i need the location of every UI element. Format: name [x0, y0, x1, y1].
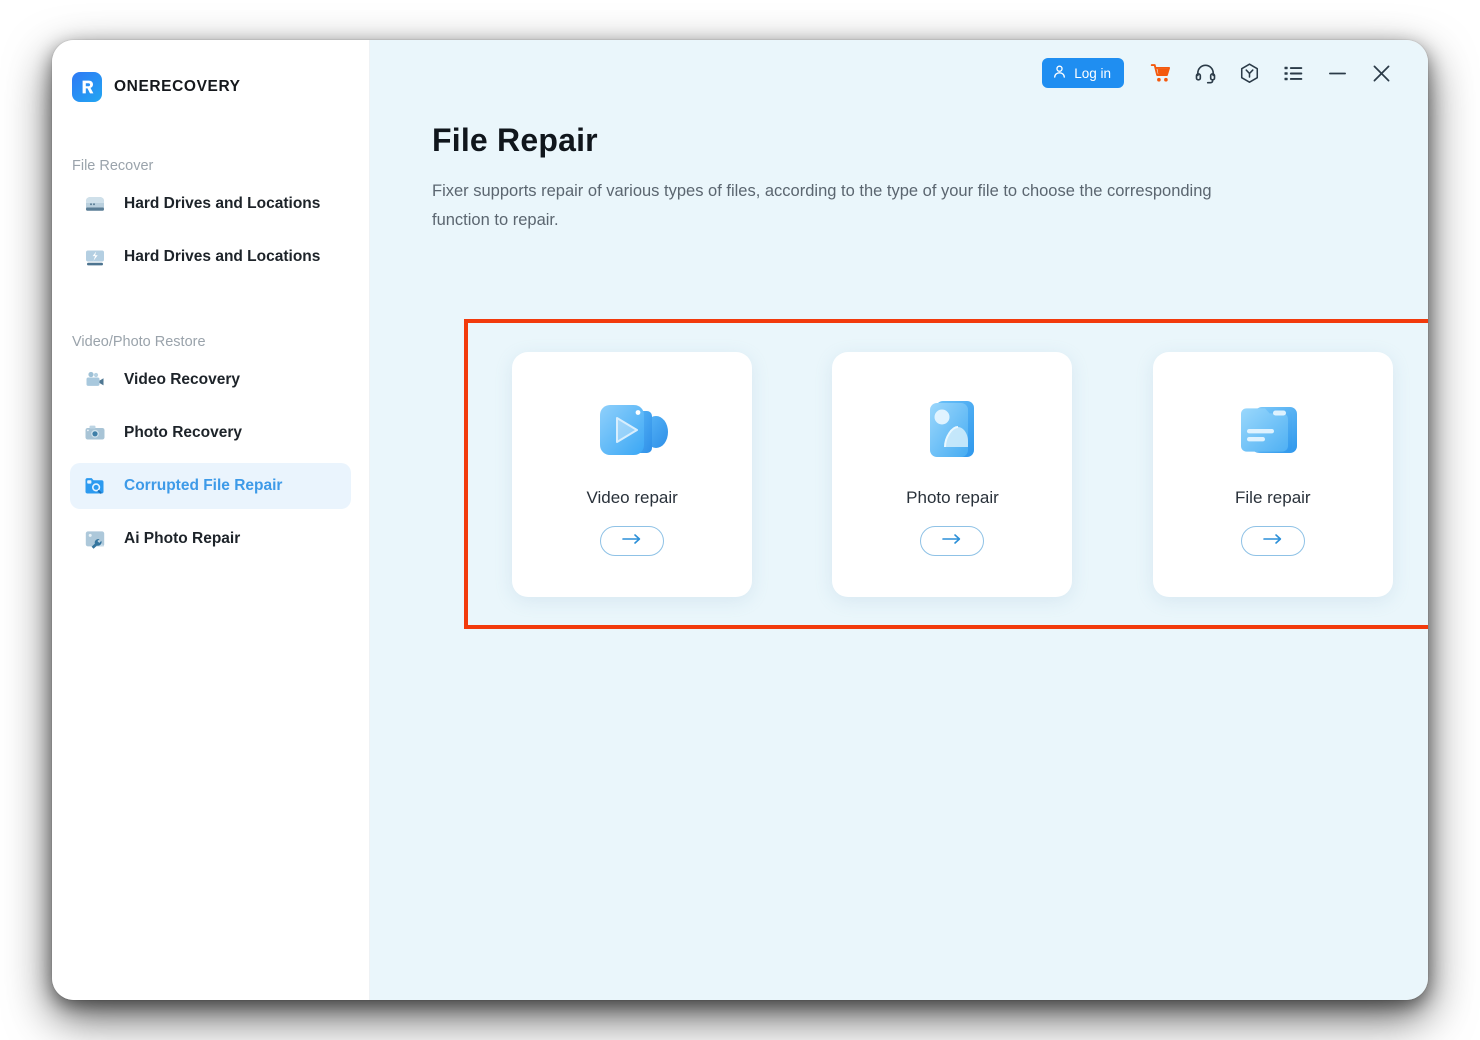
sidebar-item-label: Photo Recovery	[124, 424, 242, 442]
cart-icon[interactable]	[1148, 60, 1174, 86]
onerecovery-logo-icon	[72, 72, 102, 102]
card-photo-repair[interactable]: Photo repair	[832, 352, 1072, 597]
card-arrow-button-file-repair[interactable]	[1241, 526, 1305, 556]
card-arrow-button-photo-repair[interactable]	[920, 526, 984, 556]
sidebar-item-ai-photo-repair[interactable]: Ai Photo Repair	[70, 516, 351, 562]
sidebar-item-corrupted-file-repair[interactable]: Corrupted File Repair	[70, 463, 351, 509]
sidebar: ONERECOVERY File Recover Hard Drives and…	[52, 40, 370, 1000]
crashed-drive-icon	[82, 244, 108, 270]
user-icon	[1052, 64, 1067, 82]
photo-wrench-icon	[82, 526, 108, 552]
sidebar-item-hard-drives-and-locations-1[interactable]: Hard Drives and Locations	[70, 181, 351, 227]
card-label: Photo repair	[906, 488, 999, 508]
login-button[interactable]: Log in	[1042, 58, 1124, 88]
arrow-right-icon	[941, 532, 963, 550]
content-header: File Repair Fixer supports repair of var…	[370, 96, 1428, 235]
close-icon[interactable]	[1368, 60, 1394, 86]
list-menu-icon[interactable]	[1280, 60, 1306, 86]
file-repair-icon	[1221, 382, 1325, 478]
page-description: Fixer supports repair of various types o…	[432, 177, 1232, 235]
repair-cards-row: Video repair	[468, 323, 1428, 625]
brand-name: ONERECOVERY	[114, 78, 241, 96]
highlight-box: Video repair	[464, 319, 1428, 629]
sidebar-item-label: Corrupted File Repair	[124, 477, 282, 495]
card-label: File repair	[1235, 488, 1311, 508]
sidebar-item-photo-recovery[interactable]: Photo Recovery	[70, 410, 351, 456]
sidebar-item-label: Hard Drives and Locations	[124, 195, 320, 213]
login-button-label: Log in	[1074, 66, 1111, 81]
card-file-repair[interactable]: File repair	[1153, 352, 1393, 597]
upgrade-hexagon-icon[interactable]	[1236, 60, 1262, 86]
page-title: File Repair	[432, 122, 1428, 159]
headset-support-icon[interactable]	[1192, 60, 1218, 86]
video-camera-icon	[82, 367, 108, 393]
sidebar-section-label-file-recover: File Recover	[52, 158, 369, 174]
app-window: ONERECOVERY File Recover Hard Drives and…	[52, 40, 1428, 1000]
sidebar-item-label: Ai Photo Repair	[124, 530, 240, 548]
sidebar-item-video-recovery[interactable]: Video Recovery	[70, 357, 351, 403]
card-label: Video repair	[586, 488, 677, 508]
sidebar-item-hard-drives-and-locations-2[interactable]: Hard Drives and Locations	[70, 234, 351, 280]
card-video-repair[interactable]: Video repair	[512, 352, 752, 597]
sidebar-item-label: Video Recovery	[124, 371, 240, 389]
camera-icon	[82, 420, 108, 446]
arrow-right-icon	[621, 532, 643, 550]
sidebar-item-label: Hard Drives and Locations	[124, 248, 320, 266]
hard-drive-icon	[82, 191, 108, 217]
minimize-icon[interactable]	[1324, 60, 1350, 86]
brand: ONERECOVERY	[52, 40, 369, 114]
arrow-right-icon	[1262, 532, 1284, 550]
titlebar: Log in	[370, 40, 1428, 96]
sidebar-section-label-video-photo-restore: Video/Photo Restore	[52, 334, 369, 350]
screen: ONERECOVERY File Recover Hard Drives and…	[0, 0, 1480, 1040]
video-repair-icon	[580, 382, 684, 478]
folder-search-icon	[82, 473, 108, 499]
card-arrow-button-video-repair[interactable]	[600, 526, 664, 556]
photo-repair-icon	[900, 382, 1004, 478]
